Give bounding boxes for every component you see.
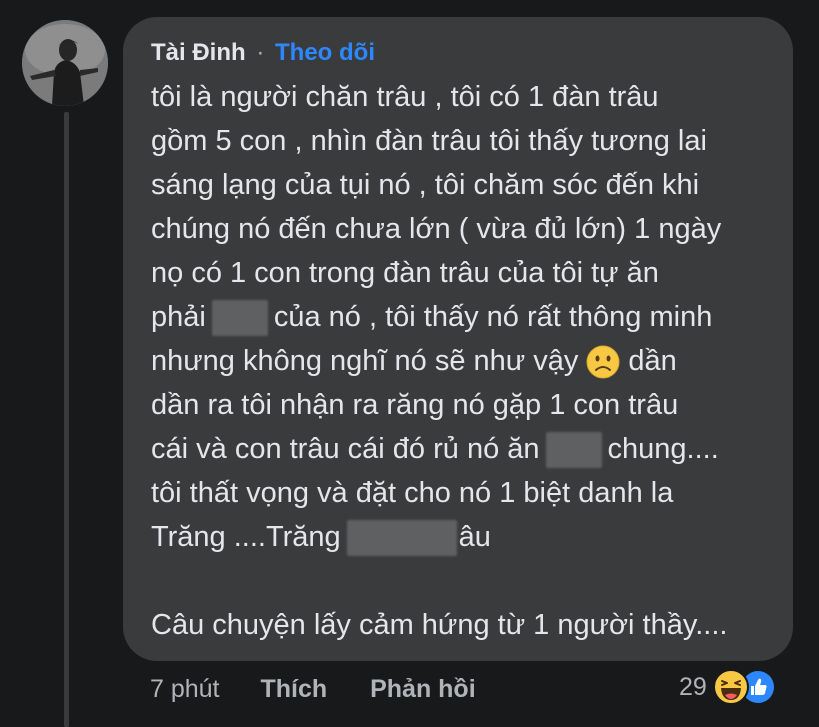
timestamp[interactable]: 7 phút [150, 675, 220, 703]
censored-word-blur [545, 432, 602, 469]
comment-line: gồm 5 con , nhìn đàn trâu tôi thấy tương… [151, 125, 707, 157]
comment-text-fragment: phải [151, 301, 206, 333]
comment-line: tôi là người chăn trâu , tôi có 1 đàn tr… [151, 81, 659, 113]
thread-connector-line [64, 112, 69, 727]
comment-line: chúng nó đến chưa lớn ( vừa đủ lớn) 1 ng… [151, 213, 722, 245]
slightly-frowning-face-icon [586, 345, 620, 379]
comment-text: tôi là người chăn trâu , tôi có 1 đàn tr… [151, 75, 765, 647]
comment-text-fragment: chung.... [607, 433, 719, 465]
comment-text-fragment: âu [458, 521, 491, 553]
comment-line: nọ có 1 con trong đàn trâu của tôi tự ăn [151, 257, 659, 289]
reply-button[interactable]: Phản hồi [370, 675, 476, 703]
censored-word-blur [211, 300, 268, 337]
comment-actions: 7 phút Thích Phản hồi [150, 672, 476, 706]
comment-bubble: Tài Đinh · Theo dõi tôi là người chăn tr… [123, 17, 793, 661]
comment-line: nhưng không nghĩ nó sẽ như vậy dần [151, 339, 765, 383]
comment-text-fragment: dần [628, 345, 677, 377]
comment-line: dần ra tôi nhận ra răng nó gặp 1 con trâ… [151, 389, 679, 421]
comment-line: tôi thất vọng và đặt cho nó 1 biệt danh … [151, 477, 674, 509]
comment-text-fragment: nhưng không nghĩ nó sẽ như vậy [151, 345, 579, 377]
comment-line: Trăng ....Trăng âu [151, 515, 765, 559]
censored-word-blur [346, 520, 457, 557]
avatar[interactable] [22, 20, 108, 106]
comment-text-fragment: của nó , tôi thấy nó rất thông minh [273, 301, 713, 333]
comment-text-fragment: cái và con trâu cái đó rủ nó ăn [151, 433, 540, 465]
reaction-icons [712, 668, 783, 706]
comment-header: Tài Đinh · Theo dõi [151, 39, 765, 67]
comment-line: phải của nó , tôi thấy nó rất thông minh [151, 295, 765, 339]
like-button[interactable]: Thích [260, 675, 327, 703]
comment-text-fragment: Trăng ....Trăng [151, 521, 341, 553]
follow-link[interactable]: Theo dõi [275, 39, 375, 66]
author-name[interactable]: Tài Đinh [151, 39, 246, 66]
reaction-count: 29 [679, 672, 707, 701]
comment-line: cái và con trâu cái đó rủ nó ăn chung.... [151, 427, 765, 471]
comment-thread: Tài Đinh · Theo dõi tôi là người chăn tr… [0, 0, 819, 727]
reaction-summary[interactable]: 29 [679, 668, 783, 706]
comment-line: sáng lạng của tụi nó , tôi chăm sóc đến … [151, 169, 700, 201]
haha-reaction-icon [712, 669, 749, 705]
avatar-photo [22, 20, 108, 106]
separator-dot: · [256, 39, 265, 66]
comment-line: Câu chuyện lấy cảm hứng từ 1 người thầy.… [151, 609, 728, 641]
